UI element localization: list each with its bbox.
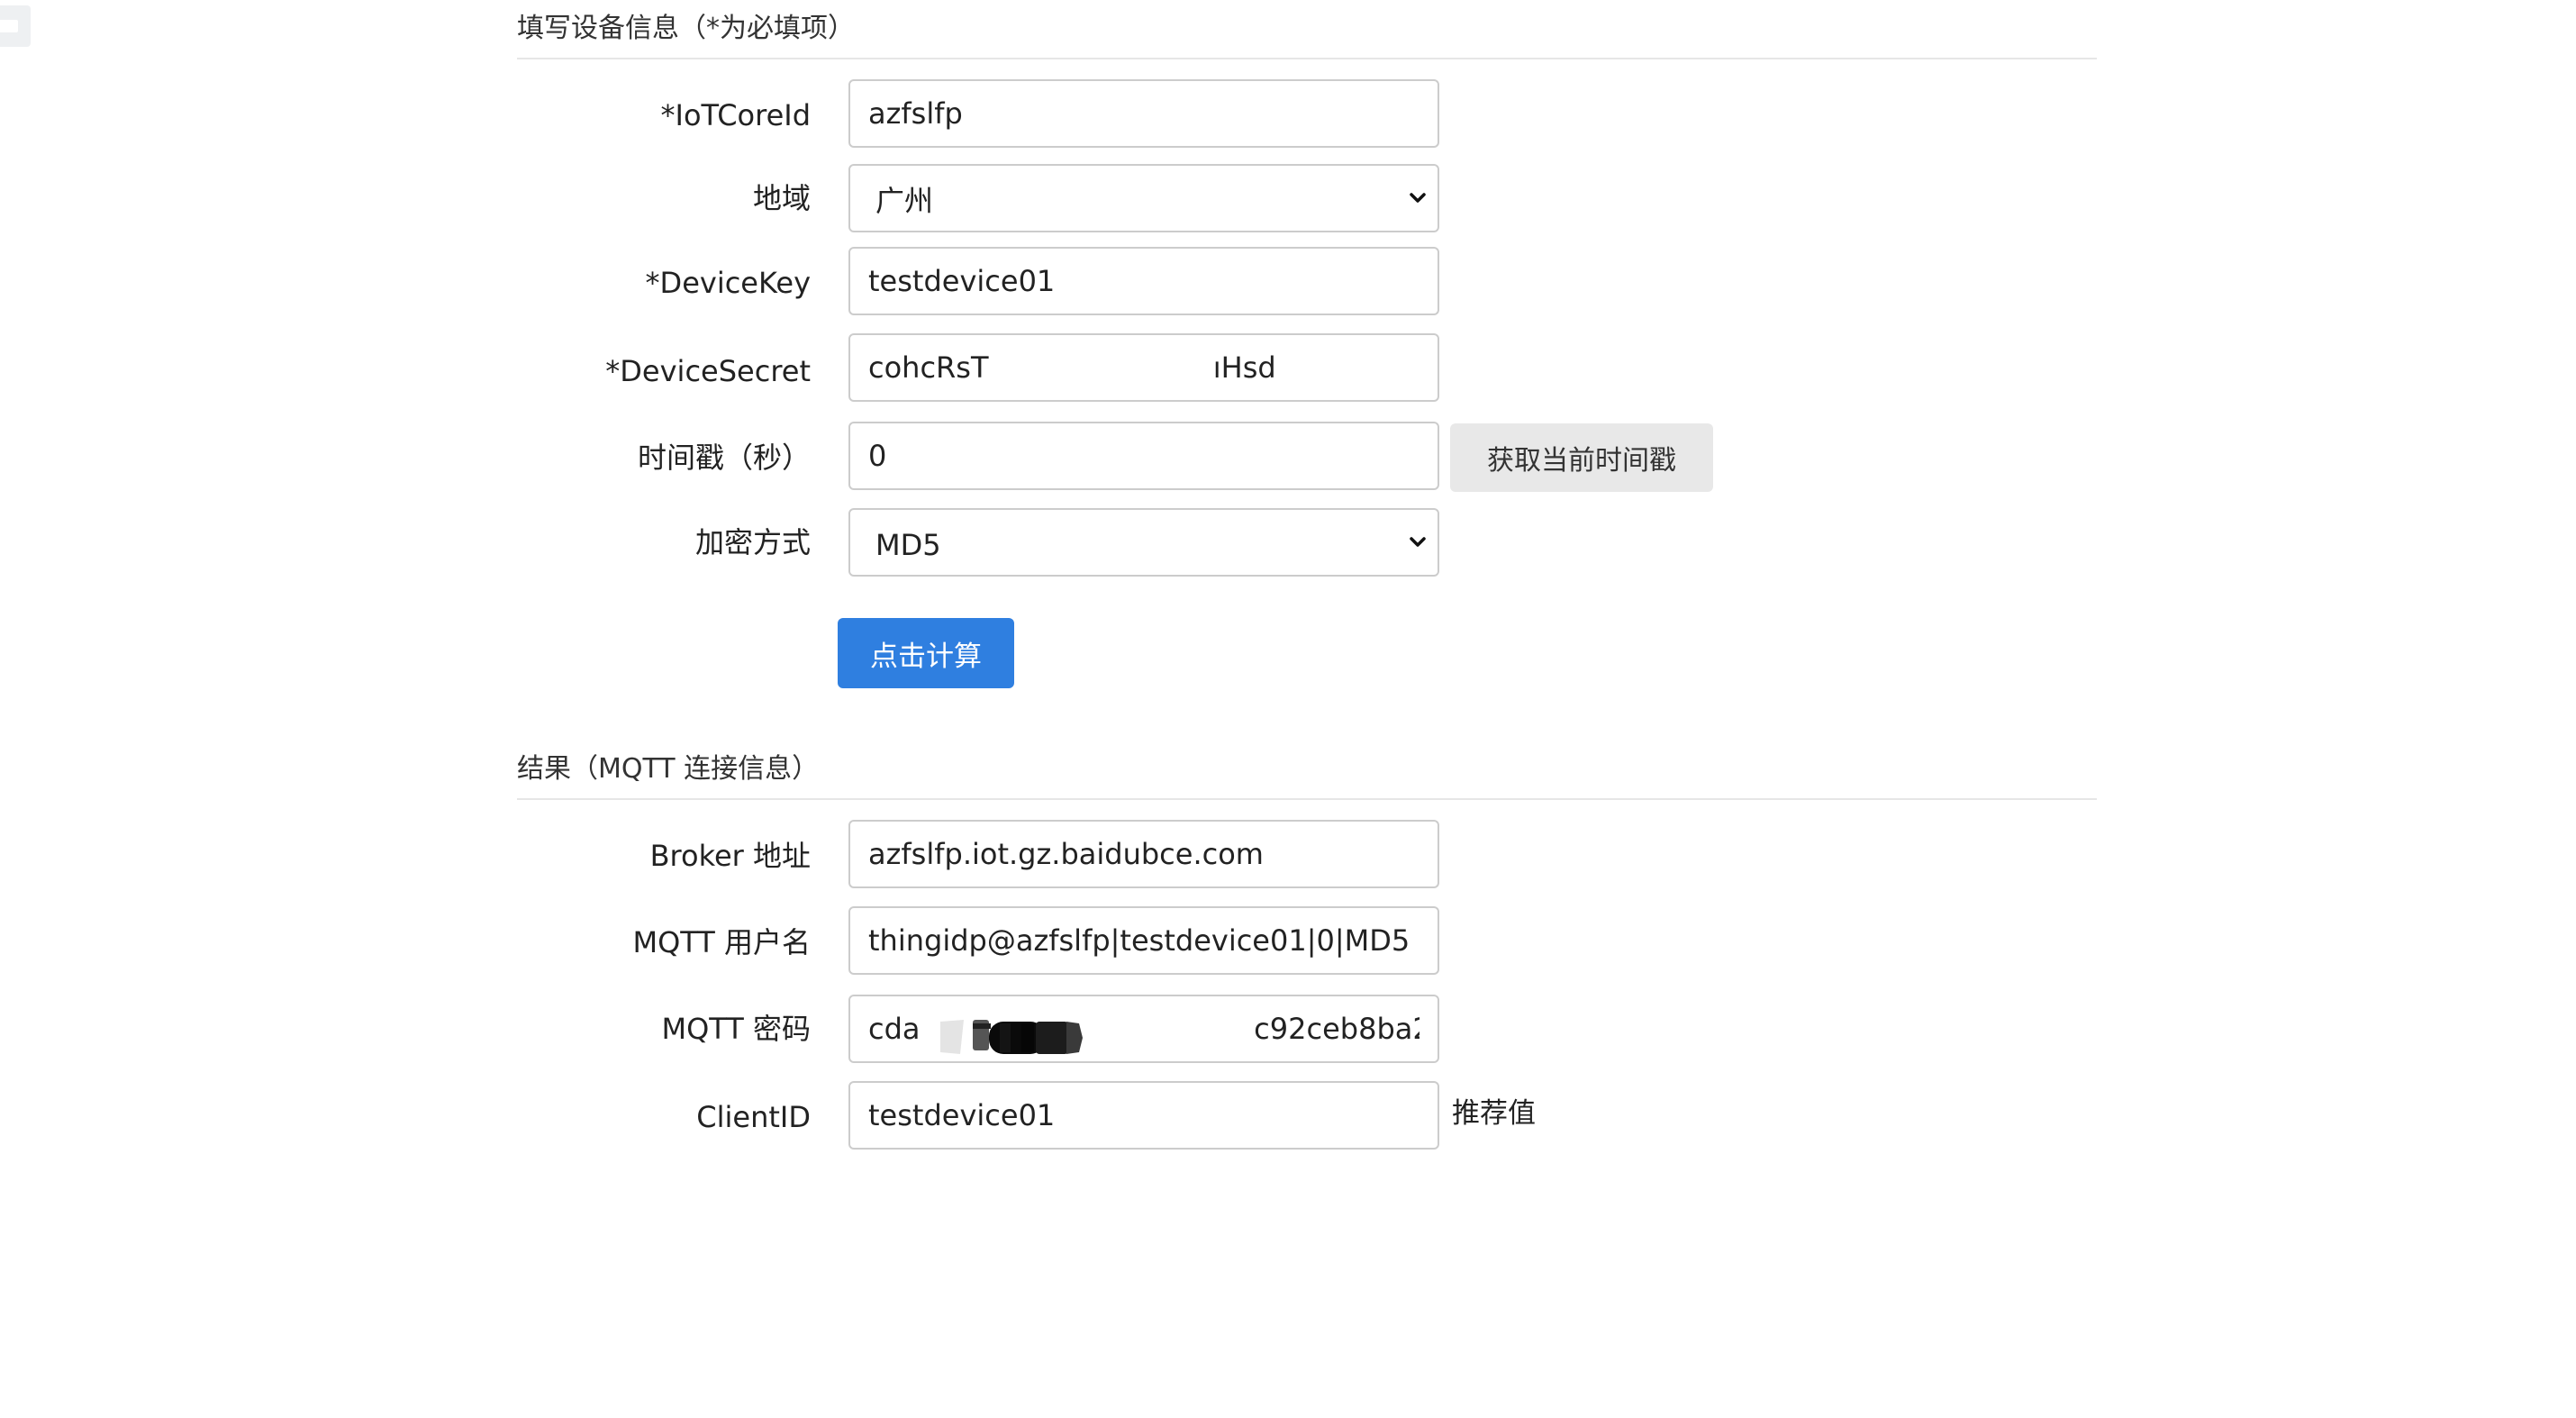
window-corner-tab — [0, 5, 31, 47]
mqtt-password-input[interactable] — [848, 995, 1439, 1063]
mqtt-username-input[interactable] — [848, 906, 1439, 975]
encryption-select[interactable]: MD5 — [848, 508, 1439, 577]
label-iotcoreid: *IoTCoreId — [660, 98, 812, 132]
label-mqtt-password: MQTT 密码 — [661, 1012, 811, 1046]
devicekey-input[interactable] — [848, 247, 1439, 315]
section-title-result: 结果（MQTT 连接信息） — [517, 753, 820, 785]
section-divider — [517, 798, 2097, 800]
encryption-select-wrapper: MD5 — [848, 508, 1439, 577]
calculate-button[interactable]: 点击计算 — [838, 618, 1014, 688]
section-title-device-info: 填写设备信息（*为必填项） — [517, 13, 855, 44]
label-timestamp: 时间戳（秒） — [637, 441, 811, 475]
label-encryption: 加密方式 — [694, 525, 811, 559]
broker-address-input[interactable] — [848, 820, 1439, 888]
region-select-wrapper: 广州 — [848, 164, 1439, 232]
devicesecret-input[interactable] — [848, 333, 1439, 402]
label-devicesecret: *DeviceSecret — [605, 354, 811, 388]
region-select[interactable]: 广州 — [848, 164, 1439, 232]
clientid-input[interactable] — [848, 1081, 1439, 1150]
recommended-value-hint: 推荐值 — [1452, 1097, 1536, 1130]
iotcoreid-input[interactable] — [848, 79, 1439, 148]
label-region: 地域 — [752, 181, 811, 215]
label-mqtt-username: MQTT 用户名 — [632, 925, 811, 959]
section-divider — [517, 58, 2097, 59]
label-clientid: ClientID — [696, 1100, 811, 1134]
get-current-timestamp-button[interactable]: 获取当前时间戳 — [1450, 423, 1713, 492]
timestamp-input[interactable] — [848, 422, 1439, 490]
label-devicekey: *DeviceKey — [645, 266, 811, 300]
label-broker: Broker 地址 — [649, 839, 811, 873]
